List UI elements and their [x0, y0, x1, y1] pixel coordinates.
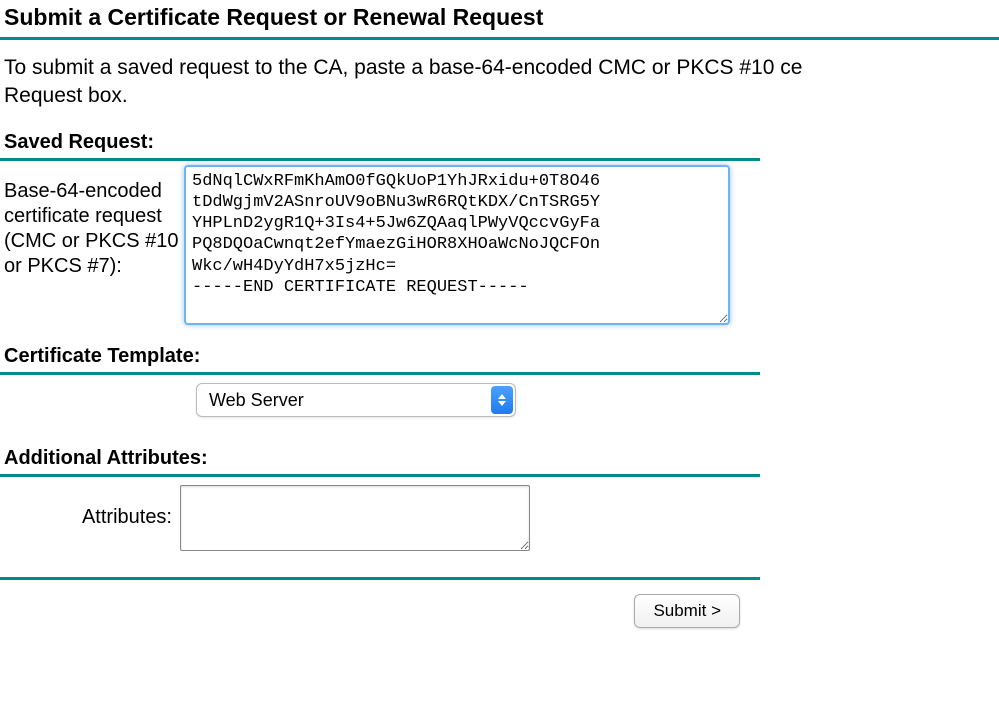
description-text: To submit a saved request to the CA, pas…	[0, 40, 999, 111]
attributes-textarea[interactable]	[180, 485, 530, 551]
submit-button[interactable]: Submit >	[634, 594, 740, 628]
certificate-request-textarea[interactable]: 5dNqlCWxRFmKhAmO0fGQkUoP1YhJRxidu+0T8O46…	[184, 165, 730, 325]
certificate-template-select[interactable]: Web Server	[196, 383, 516, 417]
page-title: Submit a Certificate Request or Renewal …	[0, 4, 999, 40]
saved-request-heading: Saved Request:	[0, 111, 760, 161]
attributes-label: Attributes:	[0, 506, 180, 529]
additional-attributes-heading: Additional Attributes:	[0, 427, 760, 477]
certificate-template-select-wrap[interactable]: Web Server	[196, 383, 516, 417]
certificate-template-heading: Certificate Template:	[0, 325, 760, 375]
description-line-1: To submit a saved request to the CA, pas…	[4, 56, 802, 79]
description-line-2: Request box.	[4, 84, 128, 107]
saved-request-label: Base-64-encoded certificate request (CMC…	[0, 165, 184, 279]
